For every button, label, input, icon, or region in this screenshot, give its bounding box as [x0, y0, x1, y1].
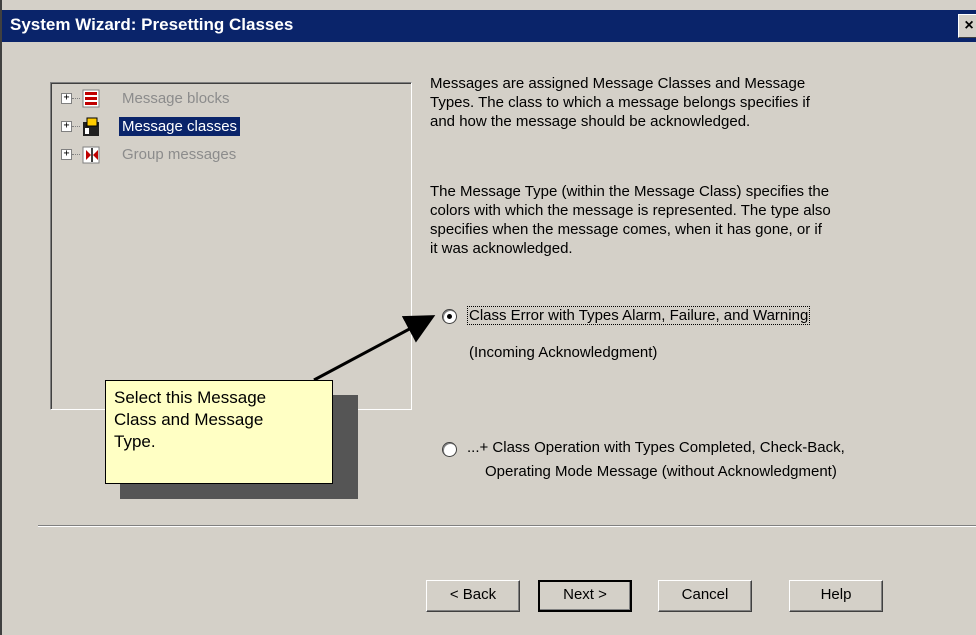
back-button[interactable]: < Back — [426, 580, 520, 612]
button-separator — [38, 525, 976, 527]
callout-line: Class and Message — [114, 410, 264, 429]
callout-arrow — [313, 315, 436, 382]
help-button[interactable]: Help — [789, 580, 883, 612]
callout-line: Select this Message — [114, 388, 267, 407]
instruction-callout: Select this Message Class and Message Ty… — [105, 380, 333, 484]
wizard-window: System Wizard: Presetting Classes × + Me… — [0, 0, 976, 635]
callout-line: Type. — [114, 432, 156, 451]
next-button[interactable]: Next > — [538, 580, 632, 612]
cancel-button[interactable]: Cancel — [658, 580, 752, 612]
